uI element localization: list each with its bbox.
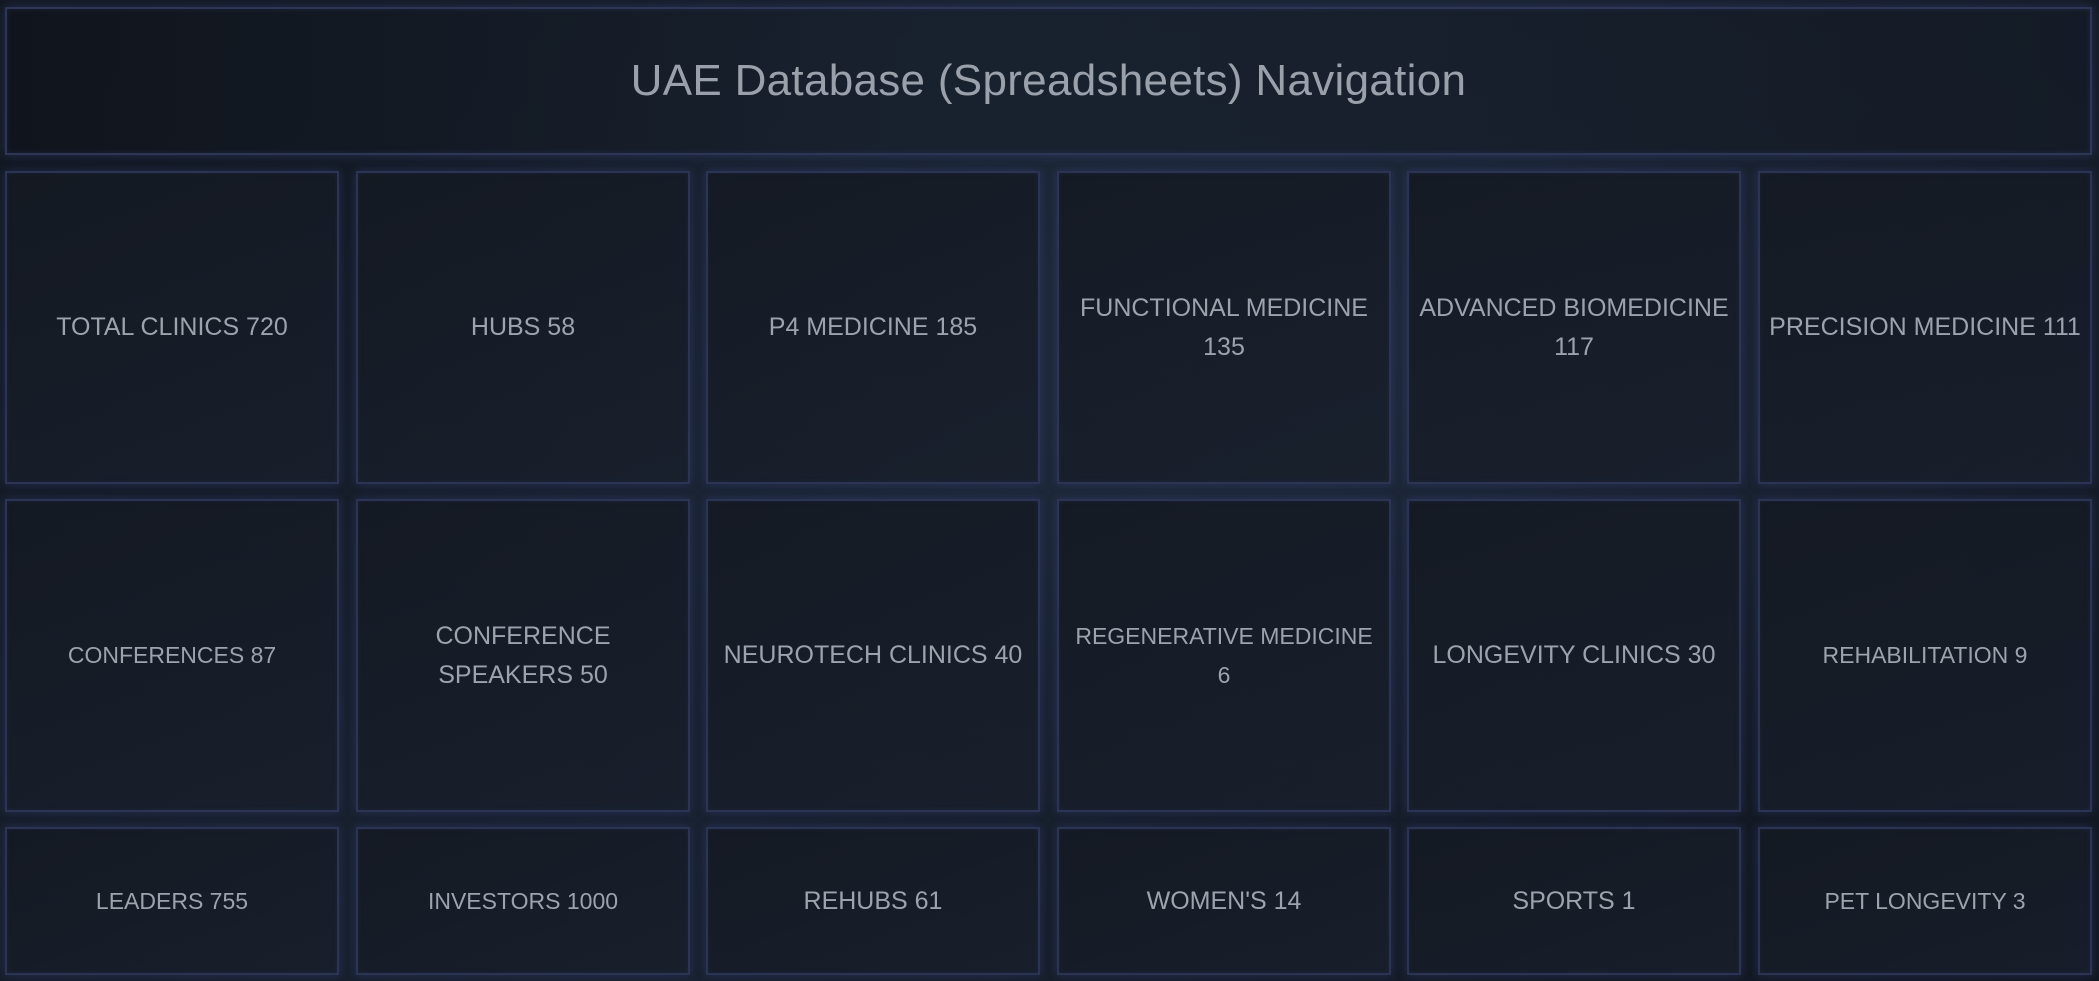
tile-regenerative-medicine[interactable]: REGENERATIVE MEDICINE 6 (1057, 499, 1391, 812)
tile-label: LEADERS 755 (95, 887, 249, 914)
tile-label: WOMEN'S 14 (1146, 886, 1302, 915)
tile-functional-medicine[interactable]: FUNCTIONAL MEDICINE 135 (1057, 171, 1391, 484)
tile-longevity-clinics[interactable]: LONGEVITY CLINICS 30 (1407, 499, 1741, 812)
tile-precision-medicine[interactable]: PRECISION MEDICINE 111 (1758, 171, 2092, 484)
tile-rehabilitation[interactable]: REHABILITATION 9 (1758, 499, 2092, 812)
tile-label: REHUBS 61 (803, 886, 943, 915)
page-title: UAE Database (Spreadsheets) Navigation (630, 56, 1467, 105)
tile-label: P4 MEDICINE 185 (768, 313, 978, 341)
tile-advanced-biomedicine[interactable]: ADVANCED BIOMEDICINE 117 (1407, 171, 1741, 484)
tile-label: NEUROTECH CLINICS 40 (723, 641, 1023, 669)
tile-conferences[interactable]: CONFERENCES 87 (5, 499, 339, 812)
tile-p4-medicine[interactable]: P4 MEDICINE 185 (706, 171, 1040, 484)
tile-neurotech-clinics[interactable]: NEUROTECH CLINICS 40 (706, 499, 1040, 812)
tile-total-clinics[interactable]: TOTAL CLINICS 720 (5, 171, 339, 484)
tile-label: INVESTORS 1000 (427, 887, 619, 914)
tile-label: HUBS 58 (470, 313, 576, 341)
tile-womens[interactable]: WOMEN'S 14 (1057, 827, 1391, 975)
tile-label: REHABILITATION 9 (1822, 642, 2028, 668)
tile-label: SPORTS 1 (1512, 886, 1636, 915)
tile-label: FUNCTIONAL MEDICINE 135 (1080, 293, 1368, 361)
tile-investors[interactable]: INVESTORS 1000 (356, 827, 690, 975)
tile-label: TOTAL CLINICS 720 (56, 313, 288, 341)
tile-label: CONFERENCES 87 (67, 642, 277, 668)
tile-sports[interactable]: SPORTS 1 (1407, 827, 1741, 975)
tile-label: PRECISION MEDICINE 111 (1769, 313, 2081, 341)
page: UAE Database (Spreadsheets) Navigation T… (0, 0, 2099, 981)
tile-pet-longevity[interactable]: PET LONGEVITY 3 (1758, 827, 2092, 975)
tile-label: CONFERENCE SPEAKERS 50 (435, 621, 611, 689)
tile-hubs[interactable]: HUBS 58 (356, 171, 690, 484)
tile-label: LONGEVITY CLINICS 30 (1432, 641, 1716, 669)
tile-label: ADVANCED BIOMEDICINE 117 (1419, 293, 1729, 361)
tile-label: REGENERATIVE MEDICINE 6 (1075, 622, 1373, 688)
tile-label: PET LONGEVITY 3 (1824, 887, 2026, 914)
header-banner: UAE Database (Spreadsheets) Navigation (5, 7, 2092, 155)
tile-conference-speakers[interactable]: CONFERENCE SPEAKERS 50 (356, 499, 690, 812)
tile-rehubs[interactable]: REHUBS 61 (706, 827, 1040, 975)
tile-leaders[interactable]: LEADERS 755 (5, 827, 339, 975)
